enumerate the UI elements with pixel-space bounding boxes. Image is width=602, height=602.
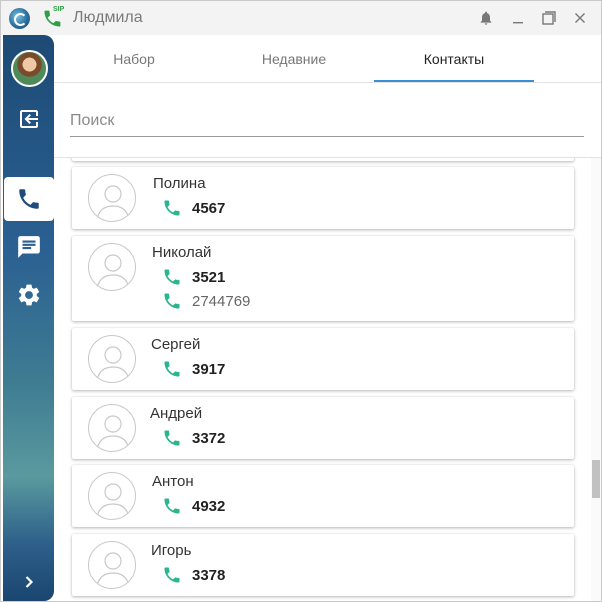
bell-icon (480, 11, 492, 25)
contact-number[interactable]: 3372 (192, 430, 225, 447)
sidebar-item-logout[interactable] (3, 97, 54, 141)
chat-icon (17, 236, 40, 258)
user-avatar[interactable] (11, 50, 48, 87)
contact-number[interactable]: 3521 (192, 269, 225, 286)
phone-icon[interactable] (162, 198, 182, 218)
phone-icon[interactable] (162, 291, 182, 311)
minimize-button[interactable] (507, 7, 529, 29)
sip-label: SIP (53, 6, 65, 13)
contact-avatar-icon (88, 335, 136, 383)
scrollbar-thumb[interactable] (592, 460, 600, 498)
logout-icon (19, 110, 38, 128)
tab-bar: Набор Недавние Контакты (54, 35, 601, 83)
contact-number[interactable]: 4567 (192, 200, 225, 217)
close-button[interactable] (569, 7, 591, 29)
contact-card[interactable]: Николай 3521 2744769 (72, 236, 574, 321)
sidebar (3, 35, 54, 601)
phone-icon[interactable] (162, 359, 182, 379)
contact-number[interactable]: 2744769 (192, 293, 250, 310)
contact-name: Николай (152, 244, 212, 261)
contact-number[interactable]: 4932 (192, 498, 225, 515)
app-window: SIP Людмила Набор Недавние Контакты Поис… (0, 0, 602, 602)
gear-icon (18, 284, 39, 306)
phone-icon[interactable] (162, 267, 182, 287)
title-bar[interactable]: SIP Людмила (1, 1, 601, 35)
active-tab-indicator (374, 80, 534, 82)
contact-card[interactable]: Антон 4932 (72, 465, 574, 527)
contact-name: Игорь (151, 542, 192, 559)
contact-name: Андрей (150, 405, 203, 422)
minimize-icon (513, 22, 523, 24)
window-title: Людмила (73, 9, 143, 26)
app-logo-icon (9, 8, 30, 29)
contact-card[interactable]: Полина 4567 (72, 167, 574, 229)
contact-avatar-icon (88, 174, 136, 222)
contact-number[interactable]: 3917 (192, 361, 225, 378)
maximize-button[interactable] (538, 7, 560, 29)
search-input[interactable] (70, 107, 584, 135)
contact-list[interactable]: Полина 4567 Николай 3521 2744769 Сергей … (54, 158, 601, 601)
sidebar-expand-button[interactable] (3, 567, 54, 597)
contact-avatar-icon (88, 243, 136, 291)
maximize-icon (542, 11, 556, 25)
contact-name: Полина (153, 175, 206, 192)
contact-card[interactable]: Андрей 3372 (72, 397, 574, 459)
scrollbar-track[interactable] (591, 158, 601, 601)
sidebar-item-phone[interactable] (4, 177, 54, 221)
chevron-right-icon (25, 576, 33, 588)
contact-avatar-icon (88, 541, 136, 589)
contact-name: Сергей (151, 336, 201, 353)
contact-card[interactable]: Игорь 3378 (72, 534, 574, 596)
contact-avatar-icon (88, 472, 136, 520)
contact-card[interactable]: Сергей 3917 (72, 328, 574, 390)
tab-recent[interactable]: Недавние (214, 35, 374, 83)
phone-icon[interactable] (162, 565, 182, 585)
contact-avatar-icon (88, 404, 136, 452)
phone-icon[interactable] (162, 428, 182, 448)
contact-number[interactable]: 3378 (192, 567, 225, 584)
sidebar-item-chat[interactable] (3, 225, 54, 269)
notifications-bell-button[interactable] (475, 7, 497, 29)
list-item-partial[interactable] (72, 158, 574, 161)
tab-contacts[interactable]: Контакты (374, 35, 534, 83)
search-field (70, 107, 584, 137)
contact-name: Антон (152, 473, 194, 490)
phone-icon (19, 189, 39, 209)
sidebar-item-settings[interactable] (3, 273, 54, 317)
close-icon (575, 13, 585, 23)
phone-icon[interactable] (162, 496, 182, 516)
tab-dial[interactable]: Набор (54, 35, 214, 83)
